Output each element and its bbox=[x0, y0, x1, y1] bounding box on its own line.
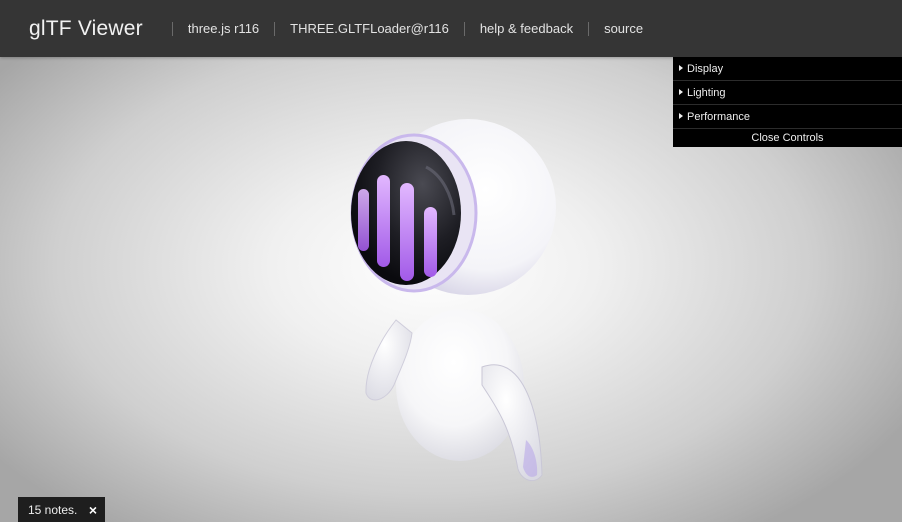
folder-lighting[interactable]: Lighting bbox=[673, 81, 902, 105]
nav-separator bbox=[274, 21, 276, 36]
nav-separator bbox=[171, 21, 173, 36]
folder-display[interactable]: Display bbox=[673, 57, 902, 81]
notes-text: 15 notes. bbox=[28, 502, 78, 517]
triangle-right-icon bbox=[679, 112, 683, 119]
nav-link-source[interactable]: source bbox=[604, 21, 643, 36]
robot-model bbox=[350, 119, 556, 482]
nav-separator bbox=[463, 21, 465, 36]
folder-lighting-label: Lighting bbox=[687, 86, 726, 99]
controls-panel: Display Lighting Performance Close Contr… bbox=[673, 57, 902, 147]
folder-performance[interactable]: Performance bbox=[673, 105, 902, 129]
folder-performance-label: Performance bbox=[687, 110, 750, 123]
app-header: glTF Viewer three.js r116 THREE.GLTFLoad… bbox=[0, 0, 902, 57]
close-controls-button[interactable]: Close Controls bbox=[673, 129, 902, 147]
nav-link-gltfloader[interactable]: THREE.GLTFLoader@r116 bbox=[290, 21, 449, 36]
triangle-right-icon bbox=[679, 88, 683, 95]
notes-toast: 15 notes. × bbox=[18, 497, 105, 522]
folder-display-label: Display bbox=[687, 62, 724, 75]
nav-link-threejs[interactable]: three.js r116 bbox=[188, 21, 259, 36]
triangle-right-icon bbox=[679, 64, 683, 71]
nav-separator bbox=[588, 21, 590, 36]
nav-link-help-feedback[interactable]: help & feedback bbox=[480, 21, 573, 36]
app-title: glTF Viewer bbox=[29, 16, 143, 40]
close-icon[interactable]: × bbox=[89, 502, 97, 518]
